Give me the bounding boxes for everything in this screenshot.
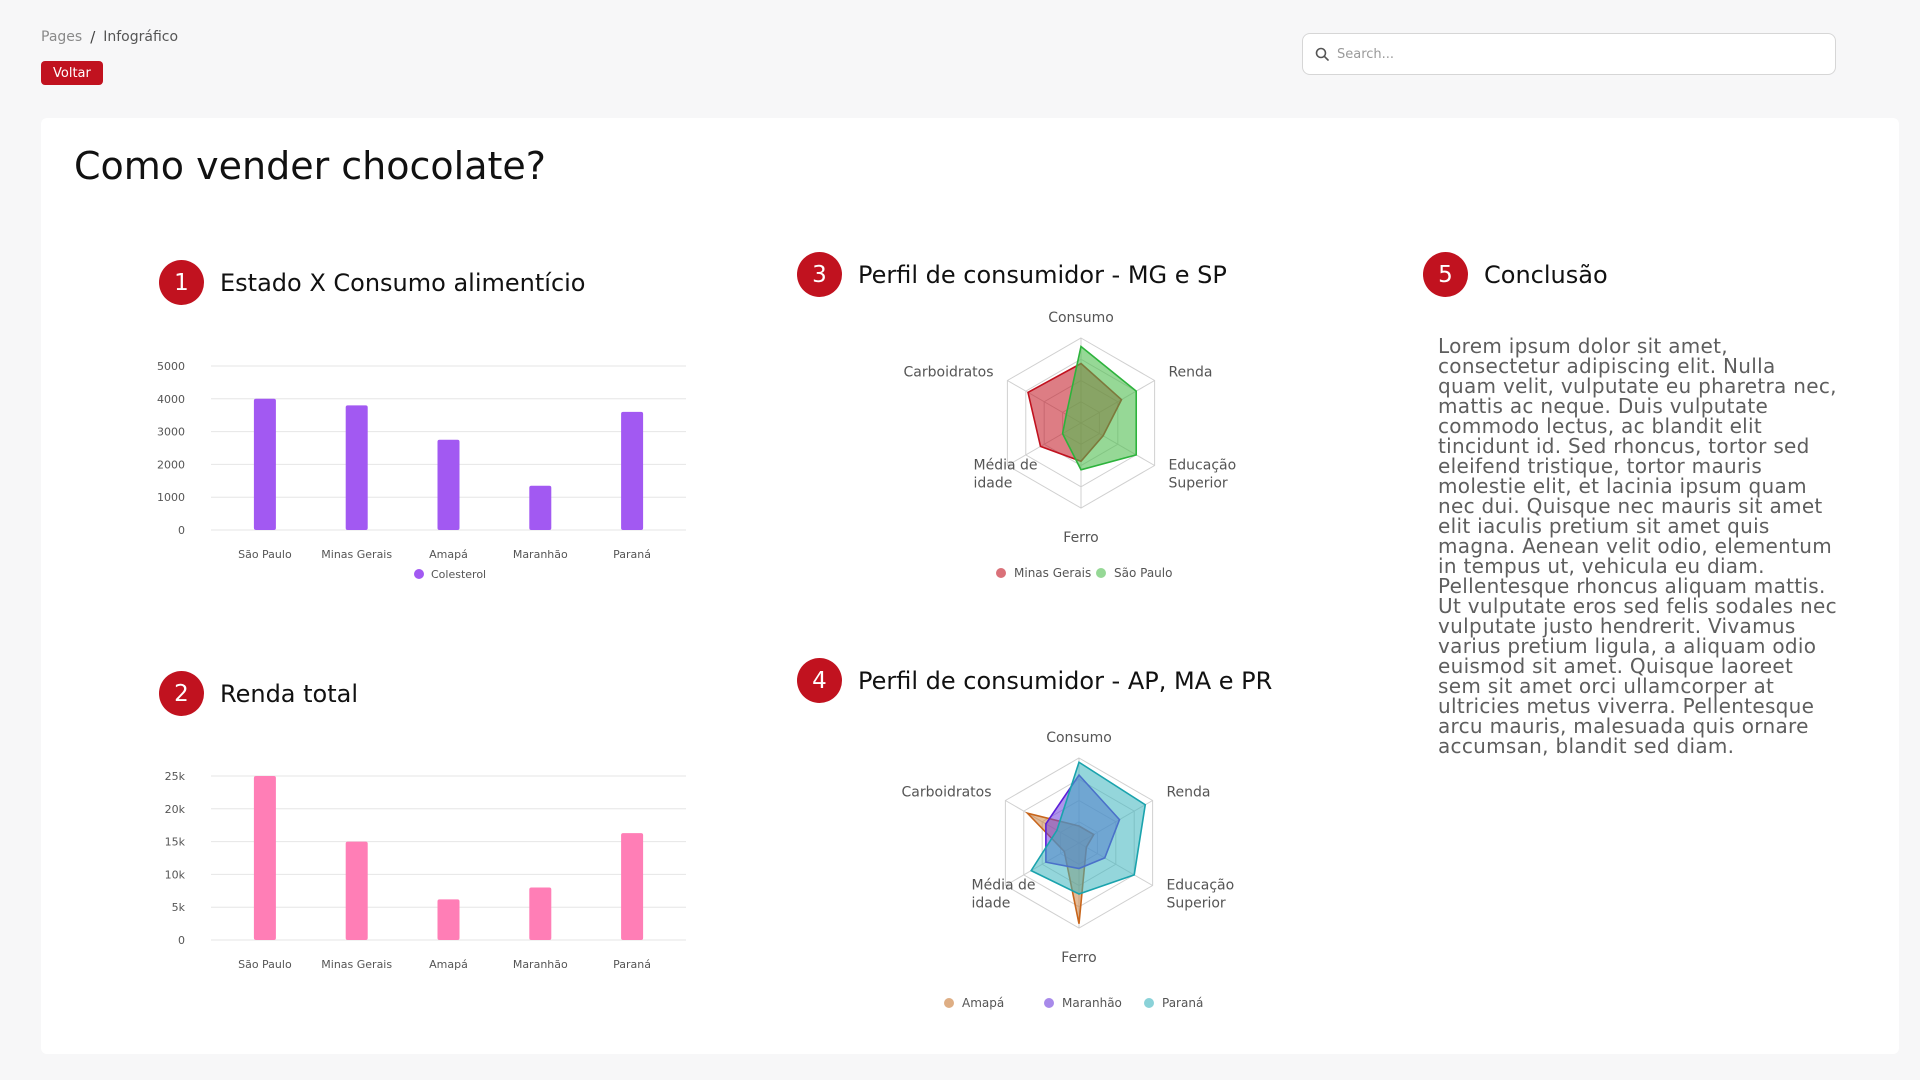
legend-marker xyxy=(414,569,424,579)
radar-axis-label: Carboidratos xyxy=(902,785,992,801)
bar xyxy=(253,776,276,940)
radar-axis-label: Carboidratos xyxy=(904,365,994,381)
legend-label: Colesterol xyxy=(431,568,486,581)
breadcrumb-root[interactable]: Pages xyxy=(41,29,82,45)
section-2-title: Renda total xyxy=(220,679,359,708)
x-tick-label: Maranhão xyxy=(513,958,568,971)
bar xyxy=(345,841,368,940)
infographic-card: Como vender chocolate? 1 Estado X Consum… xyxy=(41,118,1899,1054)
breadcrumb: Pages / Infográfico xyxy=(41,28,178,46)
radar-axis-label: Renda xyxy=(1168,365,1212,381)
y-tick-label: 10k xyxy=(165,868,186,881)
breadcrumb-separator: / xyxy=(90,28,96,46)
x-tick-label: Amapá xyxy=(429,958,468,971)
bar xyxy=(621,411,644,530)
legend-label: São Paulo xyxy=(1114,566,1172,580)
y-tick-label: 5k xyxy=(172,901,186,914)
search-input[interactable] xyxy=(1337,46,1823,62)
search-box[interactable] xyxy=(1302,33,1836,75)
y-tick-label: 4000 xyxy=(157,393,185,406)
y-tick-label: 0 xyxy=(178,934,185,947)
x-tick-label: Maranhão xyxy=(513,548,568,561)
legend-marker xyxy=(1044,998,1054,1008)
y-tick-label: 1000 xyxy=(157,491,185,504)
radar-axis-label: Educação Superior xyxy=(1168,458,1236,492)
bar xyxy=(345,405,368,530)
legend-marker xyxy=(996,568,1006,578)
bar xyxy=(621,833,644,940)
radar-axis-label: Média de idade xyxy=(974,458,1038,492)
bar xyxy=(529,887,552,940)
section-3-number: 3 xyxy=(797,252,842,297)
section-4-number: 4 xyxy=(797,658,842,703)
radar-axis-label: Consumo xyxy=(1048,310,1114,326)
x-tick-label: Minas Gerais xyxy=(321,548,392,561)
x-tick-label: São Paulo xyxy=(238,548,292,561)
y-tick-label: 2000 xyxy=(157,458,185,471)
section-1-title: Estado X Consumo alimentício xyxy=(220,268,586,297)
legend-label: Maranhão xyxy=(1062,996,1122,1010)
radar-axis-label: Ferro xyxy=(1061,950,1096,966)
legend-marker xyxy=(1144,998,1154,1008)
page-title: Como vender chocolate? xyxy=(74,144,546,188)
section-1-header: 1 Estado X Consumo alimentício xyxy=(159,260,585,305)
income-bar-chart: 0 5k 10k 15k 20k 25k São Paulo Minas Gerais Amap… xyxy=(165,770,686,971)
y-tick-label: 25k xyxy=(165,770,186,783)
x-tick-label: Amapá xyxy=(429,548,468,561)
bar xyxy=(253,398,276,530)
y-tick-label: 20k xyxy=(165,803,186,816)
legend-marker xyxy=(1096,568,1106,578)
radar-axis-label: Educação Superior xyxy=(1166,878,1234,912)
section-2-number: 2 xyxy=(159,671,204,716)
section-2-header: 2 Renda total xyxy=(159,671,358,716)
legend-label: Minas Gerais xyxy=(1014,566,1091,580)
section-4-title: Perfil de consumidor - AP, MA e PR xyxy=(858,666,1273,695)
section-3-header: 3 Perfil de consumidor - MG e SP xyxy=(797,252,1227,297)
bar xyxy=(437,439,460,530)
section-3-title: Perfil de consumidor - MG e SP xyxy=(858,260,1227,289)
section-1-number: 1 xyxy=(159,260,204,305)
radar-chart-ap-ma-pr: Consumo Renda Educação Superior Ferro Média d… xyxy=(902,730,1235,1010)
breadcrumb-current: Infográfico xyxy=(103,29,179,45)
y-tick-label: 15k xyxy=(165,836,186,849)
x-tick-label: Minas Gerais xyxy=(321,958,392,971)
legend-marker xyxy=(944,998,954,1008)
y-tick-label: 3000 xyxy=(157,426,185,439)
legend-label: Paraná xyxy=(1162,996,1203,1010)
radar-series-area xyxy=(1061,345,1138,471)
section-5-header: 5 Conclusão xyxy=(1423,252,1608,297)
cholesterol-bar-chart: 0 1000 2000 3000 4000 5000 São Paulo Minas Gera… xyxy=(157,360,686,581)
y-tick-label: 0 xyxy=(178,524,185,537)
search-icon xyxy=(1315,47,1329,61)
radar-chart-mg-sp: Consumo Renda Educação Superior Ferro Média d… xyxy=(904,310,1237,580)
conclusion-text: Lorem ipsum dolor sit amet, consectetur … xyxy=(1438,334,1837,758)
y-tick-label: 5000 xyxy=(157,360,185,373)
x-tick-label: Paraná xyxy=(613,548,651,561)
x-tick-label: São Paulo xyxy=(238,958,292,971)
radar-axis-label: Renda xyxy=(1166,785,1210,801)
radar-axis-label: Ferro xyxy=(1063,530,1098,546)
bar xyxy=(529,485,552,530)
section-5-number: 5 xyxy=(1423,252,1468,297)
x-tick-label: Paraná xyxy=(613,958,651,971)
radar-axis-label: Média de idade xyxy=(972,878,1036,912)
back-button[interactable]: Voltar xyxy=(41,61,103,85)
section-4-header: 4 Perfil de consumidor - AP, MA e PR xyxy=(797,658,1272,703)
bar xyxy=(437,899,460,940)
legend-label: Amapá xyxy=(962,996,1004,1010)
radar-axis-label: Consumo xyxy=(1046,730,1112,746)
section-5-title: Conclusão xyxy=(1484,260,1608,289)
